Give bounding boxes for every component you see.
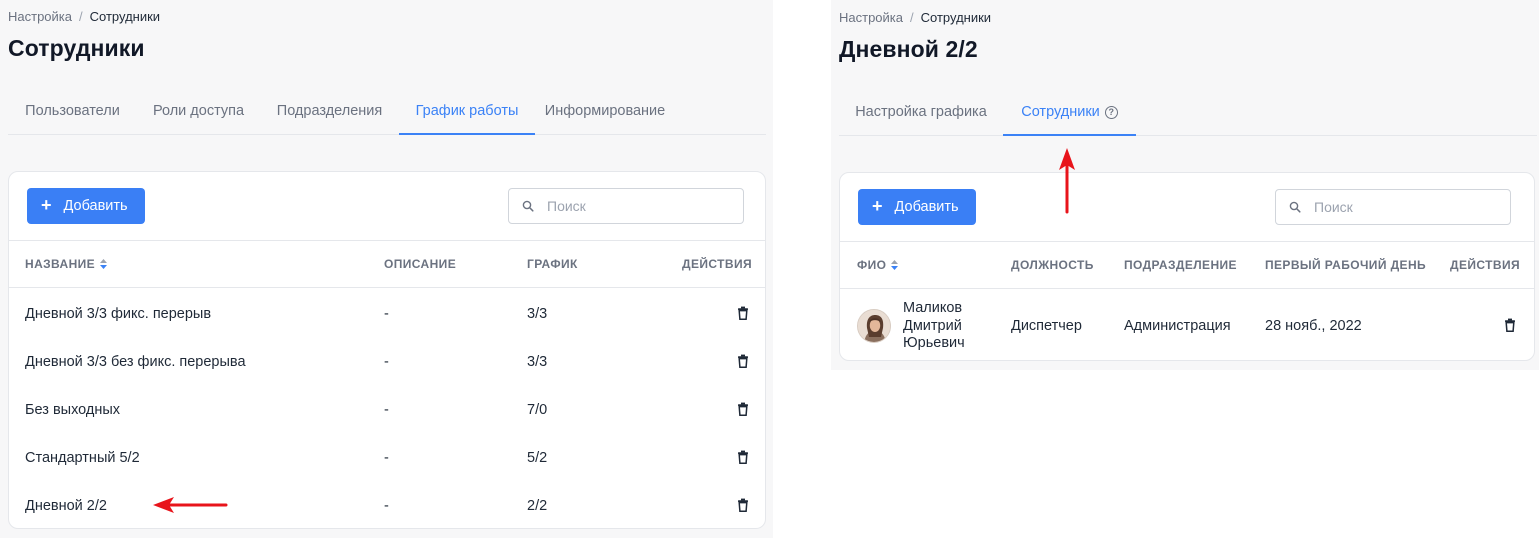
schedule-name[interactable]: Без выходных (25, 386, 120, 434)
schedule-name[interactable]: Стандартный 5/2 (25, 434, 140, 482)
employee-name[interactable]: Маликов Дмитрий Юрьевич (903, 300, 965, 353)
table-row[interactable]: Маликов Дмитрий Юрьевич Диспетчер Админи… (840, 290, 1534, 362)
column-header-fio-label: ФИО (857, 258, 887, 272)
schedule-detail-screen: Настройка / Сотрудники Дневной 2/2 Настрой… (831, 0, 1539, 370)
help-icon[interactable]: ? (1104, 106, 1118, 119)
tab-schedule-settings[interactable]: Настройка графика (839, 88, 1003, 136)
employee-position: Диспетчер (1011, 318, 1082, 334)
column-header-name[interactable]: НАЗВАНИЕ (25, 241, 108, 287)
schedule-value: 5/2 (527, 450, 548, 466)
avatar-photo-icon (858, 310, 890, 342)
employee-last-name: Маликов (903, 300, 963, 316)
column-header-position: ДОЛЖНОСТЬ (1011, 258, 1094, 272)
add-button-label: Добавить (63, 198, 128, 214)
employee-patronymic: Юрьевич (903, 335, 965, 351)
schedule-value: 3/3 (527, 306, 548, 322)
column-header-name-label: НАЗВАНИЕ (25, 257, 96, 271)
schedule-value: 7/0 (527, 402, 548, 418)
schedule-tabs: Настройка графика Сотрудники? (839, 88, 1537, 136)
search-icon (522, 200, 534, 212)
page-title: Дневной 2/2 (839, 36, 978, 62)
column-header-actions: ДЕЙСТВИЯ (682, 257, 752, 271)
breadcrumb-current: Сотрудники (89, 9, 161, 24)
schedule-value: 3/3 (527, 354, 548, 370)
schedule-value: 2/2 (527, 498, 548, 514)
column-header-description: ОПИСАНИЕ (384, 257, 457, 271)
breadcrumb: Настройка / Сотрудники (8, 9, 160, 24)
trash-icon[interactable] (737, 450, 749, 464)
avatar (857, 309, 891, 343)
tab-employees-label: Сотрудники (1021, 104, 1100, 120)
sort-icon[interactable] (99, 258, 108, 270)
schedule-description: - (384, 450, 389, 466)
schedule-description: - (384, 354, 389, 370)
table-row[interactable]: Дневной 2/2 - 2/2 (9, 482, 765, 530)
column-header-fio[interactable]: ФИО (857, 242, 899, 288)
schedule-list-screen: Настройка / Сотрудники Сотрудники Пользова… (0, 0, 773, 538)
schedule-name[interactable]: Дневной 3/3 без фикс. перерыва (25, 338, 246, 386)
employee-department: Администрация (1124, 318, 1231, 334)
page-title: Сотрудники (8, 35, 145, 61)
employee-first-name: Дмитрий (903, 317, 962, 334)
trash-icon[interactable] (737, 402, 749, 416)
employee-first-day: 28 нояб., 2022 (1265, 318, 1362, 334)
settings-tabs: Пользователи Роли доступа Подразделения … (8, 87, 766, 135)
red-arrow-up-icon (1059, 148, 1075, 214)
table-header: ФИО ДОЛЖНОСТЬ ПОДРАЗДЕЛЕНИЕ ПЕРВЫЙ РАБОЧ… (840, 241, 1534, 289)
search-input[interactable] (547, 198, 727, 214)
plus-icon: + (41, 195, 52, 215)
add-button[interactable]: + Добавить (27, 188, 145, 224)
sort-icon[interactable] (890, 259, 899, 271)
tab-employees[interactable]: Сотрудники? (1003, 88, 1136, 136)
tab-notifications[interactable]: Информирование (535, 87, 675, 135)
table-row[interactable]: Стандартный 5/2 - 5/2 (9, 434, 765, 482)
trash-icon[interactable] (737, 354, 749, 368)
schedule-name[interactable]: Дневной 2/2 (25, 482, 107, 530)
table-row[interactable]: Дневной 3/3 фикс. перерыв - 3/3 (9, 290, 765, 338)
trash-icon[interactable] (737, 306, 749, 320)
red-arrow-left-icon (153, 497, 228, 513)
add-button[interactable]: + Добавить (858, 189, 976, 225)
schedule-description: - (384, 498, 389, 514)
employees-table-card: + Добавить ФИО ДОЛЖНОСТЬ ПОДРАЗДЕЛЕНИЕ П… (839, 172, 1535, 361)
breadcrumb: Настройка / Сотрудники (839, 10, 991, 25)
trash-icon[interactable] (1504, 318, 1516, 332)
breadcrumb-separator: / (910, 10, 914, 25)
search-box (508, 188, 744, 224)
breadcrumb-current: Сотрудники (920, 10, 992, 25)
schedule-description: - (384, 402, 389, 418)
add-button-label: Добавить (894, 199, 959, 215)
tab-work-schedule[interactable]: График работы (399, 87, 535, 135)
column-header-schedule: ГРАФИК (527, 257, 578, 271)
schedule-description: - (384, 306, 389, 322)
schedule-name[interactable]: Дневной 3/3 фикс. перерыв (25, 290, 211, 338)
table-header: НАЗВАНИЕ ОПИСАНИЕ ГРАФИК ДЕЙСТВИЯ (9, 240, 765, 288)
search-input[interactable] (1314, 199, 1494, 215)
breadcrumb-separator: / (79, 9, 83, 24)
breadcrumb-root-link[interactable]: Настройка (839, 10, 903, 25)
search-box (1275, 189, 1511, 225)
search-icon (1289, 201, 1301, 213)
trash-icon[interactable] (737, 498, 749, 512)
schedule-table-card: + Добавить НАЗВАНИЕ ОПИСАНИЕ ГРАФИК ДЕЙС… (8, 171, 766, 529)
column-header-department: ПОДРАЗДЕЛЕНИЕ (1124, 258, 1237, 272)
column-header-actions: ДЕЙСТВИЯ (1450, 258, 1520, 272)
plus-icon: + (872, 196, 883, 216)
column-header-first-day: ПЕРВЫЙ РАБОЧИЙ ДЕНЬ (1265, 258, 1427, 272)
tab-departments[interactable]: Подразделения (260, 87, 399, 135)
tab-users[interactable]: Пользователи (8, 87, 137, 135)
table-row[interactable]: Дневной 3/3 без фикс. перерыва - 3/3 (9, 338, 765, 386)
breadcrumb-root-link[interactable]: Настройка (8, 9, 72, 24)
table-row[interactable]: Без выходных - 7/0 (9, 386, 765, 434)
tab-access-roles[interactable]: Роли доступа (137, 87, 260, 135)
